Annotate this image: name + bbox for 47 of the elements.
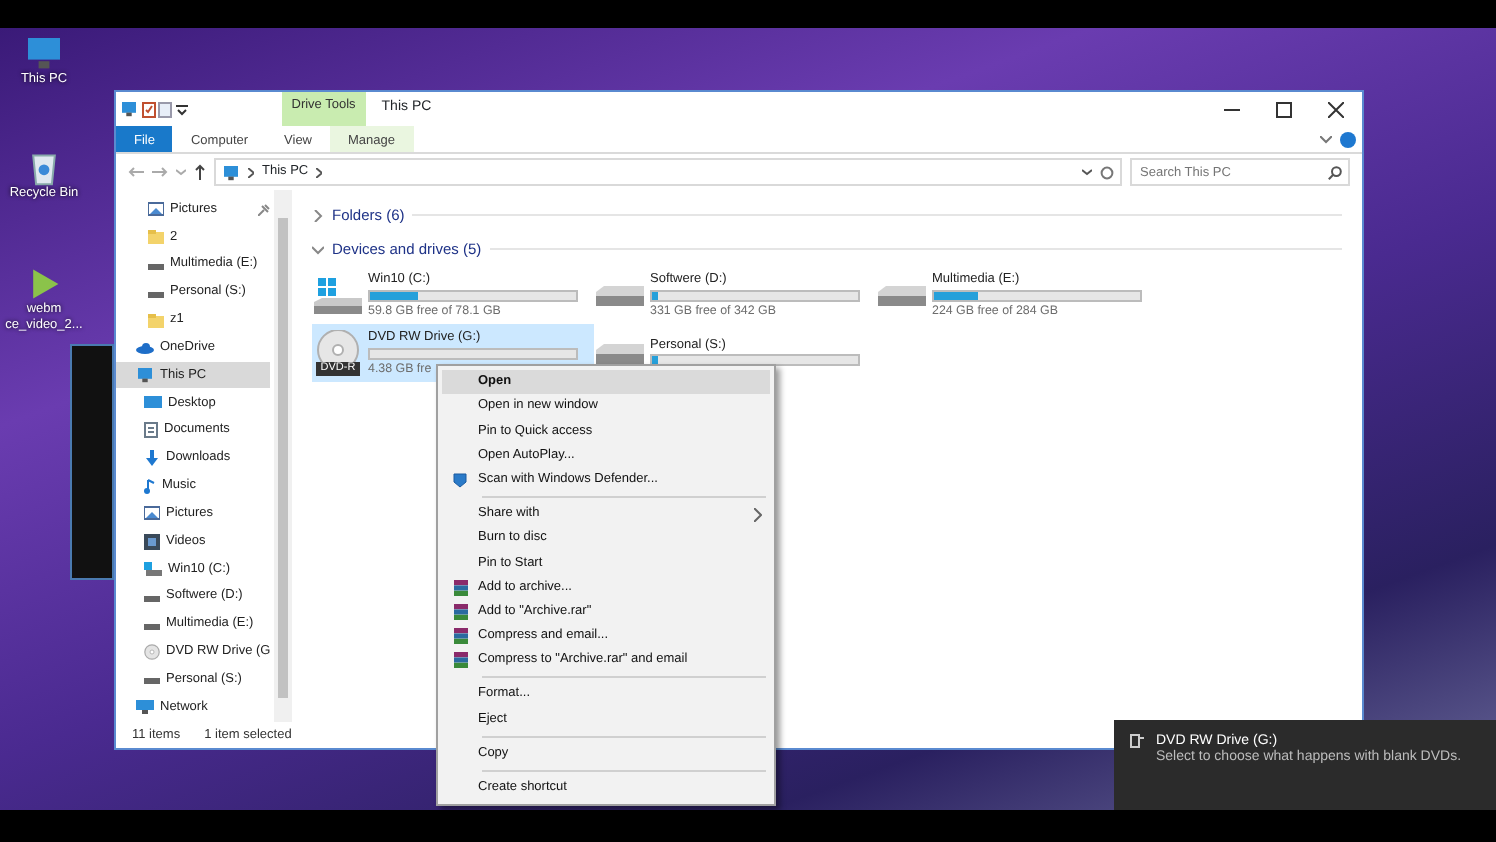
computer-icon bbox=[119, 100, 138, 118]
books-icon bbox=[453, 603, 467, 620]
books-icon bbox=[453, 579, 467, 596]
cloud-icon bbox=[136, 341, 154, 354]
music-note-icon bbox=[144, 477, 156, 494]
books-icon bbox=[453, 652, 467, 669]
drive-icon bbox=[144, 672, 160, 687]
maximize-icon bbox=[1276, 101, 1292, 117]
forward-arrow-icon bbox=[152, 166, 168, 178]
picture-icon bbox=[148, 202, 164, 217]
computer-icon bbox=[26, 36, 62, 72]
chevron-down-icon bbox=[1082, 168, 1092, 176]
system-drive-icon bbox=[314, 277, 362, 313]
chevron-down-icon bbox=[176, 168, 186, 176]
hard-drive-icon bbox=[596, 283, 644, 307]
film-icon bbox=[144, 533, 160, 550]
scrollbar[interactable] bbox=[274, 190, 292, 722]
back-arrow-icon bbox=[128, 166, 144, 178]
chevron-right-icon bbox=[754, 507, 762, 522]
chevron-down-icon bbox=[1320, 135, 1332, 143]
search-icon bbox=[1328, 165, 1342, 179]
document-icon bbox=[144, 422, 158, 439]
disc-icon bbox=[144, 643, 160, 660]
picture-icon bbox=[144, 506, 160, 521]
down-arrow-icon bbox=[144, 450, 160, 467]
help-icon bbox=[1339, 131, 1355, 147]
hard-drive-icon bbox=[596, 341, 644, 365]
network-icon bbox=[136, 700, 154, 715]
folder-icon bbox=[148, 313, 164, 327]
monitor-icon bbox=[144, 395, 162, 410]
dropdown-icon bbox=[176, 103, 188, 115]
computer-icon bbox=[222, 163, 240, 181]
folder-icon bbox=[148, 230, 164, 245]
up-arrow-icon bbox=[194, 164, 206, 180]
close-icon bbox=[1328, 101, 1344, 117]
hard-drive-icon bbox=[878, 283, 926, 307]
new-folder-icon bbox=[158, 101, 173, 117]
chevron-right-icon bbox=[316, 167, 323, 177]
computer-icon bbox=[136, 366, 154, 385]
recycle-bin-icon bbox=[26, 150, 62, 186]
system-drive-icon bbox=[144, 561, 162, 576]
drive-icon bbox=[1130, 734, 1144, 748]
properties-icon bbox=[141, 101, 155, 117]
chevron-right-icon bbox=[248, 167, 254, 177]
shield-icon bbox=[452, 471, 468, 488]
refresh-icon bbox=[1100, 165, 1114, 179]
books-icon bbox=[453, 627, 467, 644]
